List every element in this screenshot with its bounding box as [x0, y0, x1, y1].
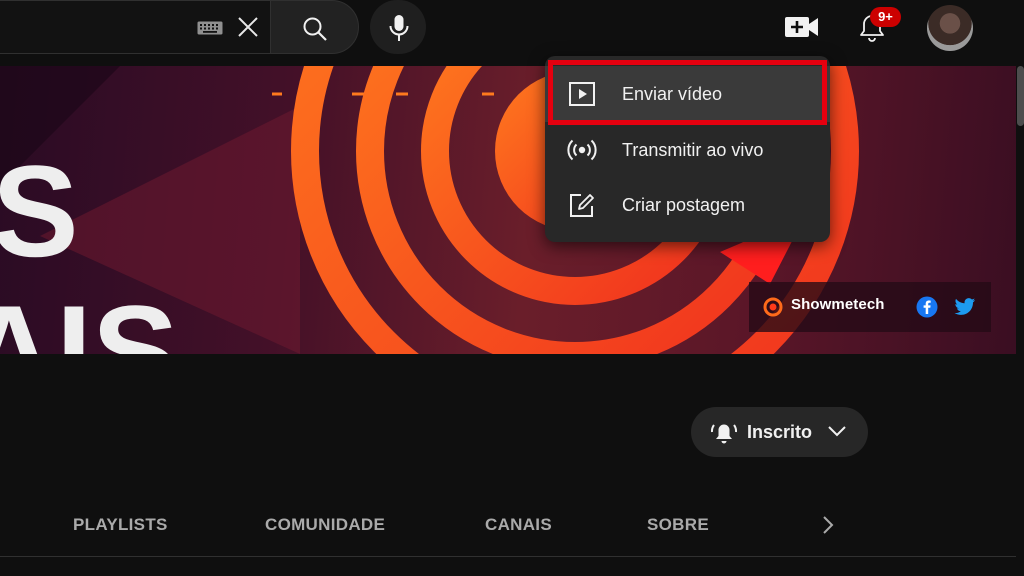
channel-banner: S AIS Showmetech — [0, 66, 1016, 354]
menu-item-create-post[interactable]: Criar postagem — [545, 177, 830, 233]
tab-comunidade[interactable]: COMUNIDADE — [265, 515, 385, 535]
top-bar: 9+ — [0, 0, 1024, 58]
microphone-icon — [389, 15, 409, 41]
menu-item-label: Criar postagem — [622, 195, 746, 215]
keyboard-icon[interactable] — [197, 21, 223, 35]
scrollbar-thumb[interactable] — [1017, 66, 1024, 126]
menu-item-go-live[interactable]: Transmitir ao vivo — [545, 122, 830, 178]
showmetech-logo-icon[interactable] — [763, 297, 783, 317]
tabs-divider — [0, 556, 1016, 557]
bell-ringing-icon — [710, 424, 738, 444]
highlight-annotation — [548, 60, 827, 125]
search-button[interactable] — [270, 0, 359, 54]
banner-brand-link[interactable]: Showmetech — [791, 296, 885, 313]
facebook-icon[interactable] — [916, 296, 938, 318]
banner-letter-s: S — [0, 138, 79, 284]
voice-search-button[interactable] — [370, 0, 426, 54]
search-input[interactable] — [0, 0, 271, 54]
subscribe-label: Inscrito — [747, 422, 813, 442]
twitter-icon[interactable] — [954, 297, 976, 317]
tab-canais[interactable]: CANAIS — [485, 515, 552, 535]
tab-playlists[interactable]: PLAYLISTS — [73, 515, 168, 535]
banner-letters-ais: AIS — [0, 278, 179, 354]
notification-badge: 9+ — [870, 7, 901, 27]
chevron-down-icon — [828, 426, 846, 437]
video-camera-plus-icon[interactable] — [784, 12, 820, 42]
banner-links: Showmetech — [749, 282, 991, 332]
close-icon[interactable] — [236, 15, 260, 39]
chevron-right-icon[interactable] — [818, 513, 838, 537]
search-icon — [303, 17, 327, 41]
menu-item-label: Transmitir ao vivo — [622, 140, 764, 160]
edit-post-icon — [570, 194, 594, 217]
user-avatar[interactable] — [927, 5, 973, 51]
live-broadcast-icon — [567, 139, 597, 161]
subscribe-button[interactable]: Inscrito — [691, 407, 868, 457]
page-scrollbar[interactable] — [1016, 66, 1024, 576]
tab-sobre[interactable]: SOBRE — [647, 515, 709, 535]
